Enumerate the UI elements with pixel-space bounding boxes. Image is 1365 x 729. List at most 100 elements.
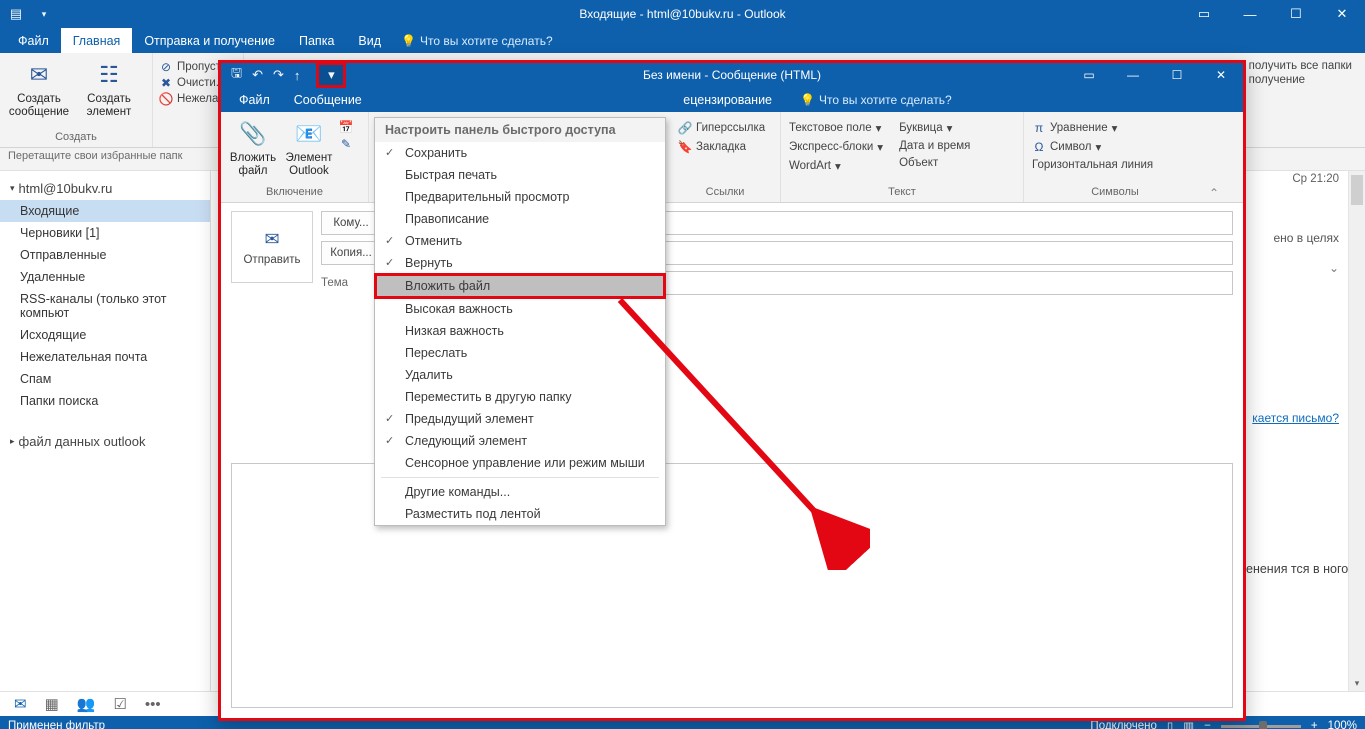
bookmark-icon: 🔖 <box>678 140 692 154</box>
wordart-button[interactable]: WordArt ▾ <box>787 158 885 174</box>
menu-preview[interactable]: Предварительный просмотр <box>375 186 665 208</box>
send-button[interactable]: ✉Отправить <box>231 211 313 283</box>
menu-show-below[interactable]: Разместить под лентой <box>375 503 665 525</box>
textbox-button[interactable]: Текстовое поле ▾ <box>787 120 885 136</box>
menu-quickprint[interactable]: Быстрая печать <box>375 164 665 186</box>
datafile-header[interactable]: ▸файл данных outlook <box>0 430 210 453</box>
tab-folder[interactable]: Папка <box>287 28 346 53</box>
tasks-icon[interactable]: ☑ <box>113 695 126 713</box>
app-icon: ▤ <box>6 4 26 24</box>
symbol-button[interactable]: ΩСимвол ▾ <box>1030 139 1155 155</box>
reading-link[interactable]: кается письмо? <box>1252 411 1339 425</box>
menu-forward[interactable]: Переслать <box>375 342 665 364</box>
compose-ribbon-display-icon[interactable]: ▭ <box>1067 63 1111 87</box>
group-symbols-label: Символы <box>1030 186 1200 202</box>
compose-tab-review[interactable]: ецензирование <box>671 93 784 107</box>
menu-touch-mode[interactable]: Сенсорное управление или режим мыши <box>375 452 665 474</box>
hline-button[interactable]: Горизонтальная линия <box>1030 158 1155 172</box>
new-items-icon: ☷ <box>93 59 125 91</box>
minimize-button[interactable]: — <box>1227 0 1273 28</box>
dropcap-button[interactable]: Буквица ▾ <box>897 120 972 136</box>
calendar-icon[interactable]: ▦ <box>45 695 59 713</box>
menu-delete[interactable]: Удалить <box>375 364 665 386</box>
next-icon[interactable]: ↑ <box>294 68 301 83</box>
zoom-out-button[interactable]: − <box>1204 720 1211 729</box>
menu-redo[interactable]: Вернуть <box>375 252 665 274</box>
menu-attach-file[interactable]: Вложить файл <box>374 273 666 299</box>
compose-maximize-button[interactable]: ☐ <box>1155 63 1199 87</box>
folder-rss[interactable]: RSS-каналы (только этот компьют <box>0 288 210 324</box>
menu-high-importance[interactable]: Высокая важность <box>375 298 665 320</box>
menu-separator <box>381 477 659 478</box>
equation-button[interactable]: πУравнение ▾ <box>1030 120 1155 136</box>
quickparts-button[interactable]: Экспресс-блоки ▾ <box>787 139 885 155</box>
subject-label: Тема <box>321 277 379 289</box>
ribbon-collapse-icon[interactable]: ⌃ <box>1206 112 1222 202</box>
attach-item-button[interactable]: 📧Элемент Outlook <box>283 114 335 178</box>
qat-customize-menu: Настроить панель быстрого доступа Сохран… <box>374 117 666 526</box>
signature-icon[interactable]: ✎ <box>339 137 353 151</box>
paperclip-icon: 📎 <box>237 118 269 150</box>
qat-customize-button[interactable]: ▾ <box>316 62 346 88</box>
bookmark-button[interactable]: 🔖Закладка <box>676 139 767 155</box>
hyperlink-button[interactable]: 🔗Гиперссылка <box>676 120 767 136</box>
folder-junk[interactable]: Нежелательная почта <box>0 346 210 368</box>
tab-home[interactable]: Главная <box>61 28 133 53</box>
folder-outbox[interactable]: Исходящие <box>0 324 210 346</box>
cc-button[interactable]: Копия... <box>321 241 381 265</box>
more-icon[interactable]: ••• <box>145 696 161 713</box>
zoom-in-button[interactable]: + <box>1311 720 1318 729</box>
menu-more-commands[interactable]: Другие команды... <box>375 481 665 503</box>
zoom-slider[interactable] <box>1221 725 1301 728</box>
tab-file[interactable]: Файл <box>6 28 61 53</box>
tell-me[interactable]: 💡Что вы хотите сделать? <box>401 28 553 53</box>
chevron-down-icon[interactable]: ⌄ <box>1329 261 1339 275</box>
menu-spelling[interactable]: Правописание <box>375 208 665 230</box>
compose-tab-message[interactable]: Сообщение <box>282 93 374 107</box>
folder-inbox[interactable]: Входящие <box>0 200 210 222</box>
object-button[interactable]: Объект <box>897 156 972 170</box>
attach-file-button[interactable]: 📎Вложить файл <box>227 114 279 178</box>
folder-deleted[interactable]: Удаленные <box>0 266 210 288</box>
maximize-button[interactable]: ☐ <box>1273 0 1319 28</box>
datetime-button[interactable]: Дата и время <box>897 139 972 153</box>
menu-next-item[interactable]: Следующий элемент <box>375 430 665 452</box>
redo-icon[interactable]: ↷ <box>273 67 284 83</box>
lightbulb-icon: 💡 <box>800 93 815 107</box>
undo-icon[interactable]: ↶ <box>252 67 263 83</box>
mail-icon[interactable]: ✉ <box>14 695 27 713</box>
menu-move[interactable]: Переместить в другую папку <box>375 386 665 408</box>
account-header[interactable]: ▾html@10bukv.ru <box>0 177 210 200</box>
compose-tell-me[interactable]: 💡Что вы хотите сделать? <box>800 93 952 107</box>
menu-undo[interactable]: Отменить <box>375 230 665 252</box>
tab-view[interactable]: Вид <box>346 28 393 53</box>
qat-dropdown-icon[interactable]: ▾ <box>34 4 54 24</box>
compose-minimize-button[interactable]: — <box>1111 63 1155 87</box>
group-links-label: Ссылки <box>676 186 774 202</box>
folder-spam[interactable]: Спам <box>0 368 210 390</box>
compose-tab-file[interactable]: Файл <box>227 93 282 107</box>
menu-save[interactable]: Сохранить <box>375 142 665 164</box>
reading-scrollbar[interactable]: ▾ <box>1348 171 1365 691</box>
tab-sendreceive[interactable]: Отправка и получение <box>132 28 287 53</box>
send-receive-label: и получение <box>1239 74 1352 86</box>
menu-prev-item[interactable]: Предыдущий элемент <box>375 408 665 430</box>
folder-drafts[interactable]: Черновики [1] <box>0 222 210 244</box>
ignore-icon: ⊘ <box>159 60 173 74</box>
truncated-text: ено в целях <box>1273 231 1339 245</box>
close-button[interactable]: ✕ <box>1319 0 1365 28</box>
compose-close-button[interactable]: ✕ <box>1199 63 1243 87</box>
compose-menubar: Файл Сообщение Вставка Параметры Формат … <box>221 87 1243 112</box>
calendar-icon[interactable]: 📅 <box>339 120 353 134</box>
save-icon[interactable]: 🖫 <box>231 64 242 86</box>
menu-low-importance[interactable]: Низкая важность <box>375 320 665 342</box>
new-items-button[interactable]: ☷Создать элемент <box>76 55 142 119</box>
ribbon-display-icon[interactable]: ▭ <box>1181 0 1227 28</box>
outlook-item-icon: 📧 <box>293 118 325 150</box>
send-receive-all-button[interactable]: и получить все папки <box>1239 60 1352 72</box>
people-icon[interactable]: 👥 <box>77 695 96 713</box>
folder-search[interactable]: Папки поиска <box>0 390 210 412</box>
new-email-button[interactable]: ✉Создать сообщение <box>6 55 72 119</box>
folder-sent[interactable]: Отправленные <box>0 244 210 266</box>
to-button[interactable]: Кому... <box>321 211 381 235</box>
